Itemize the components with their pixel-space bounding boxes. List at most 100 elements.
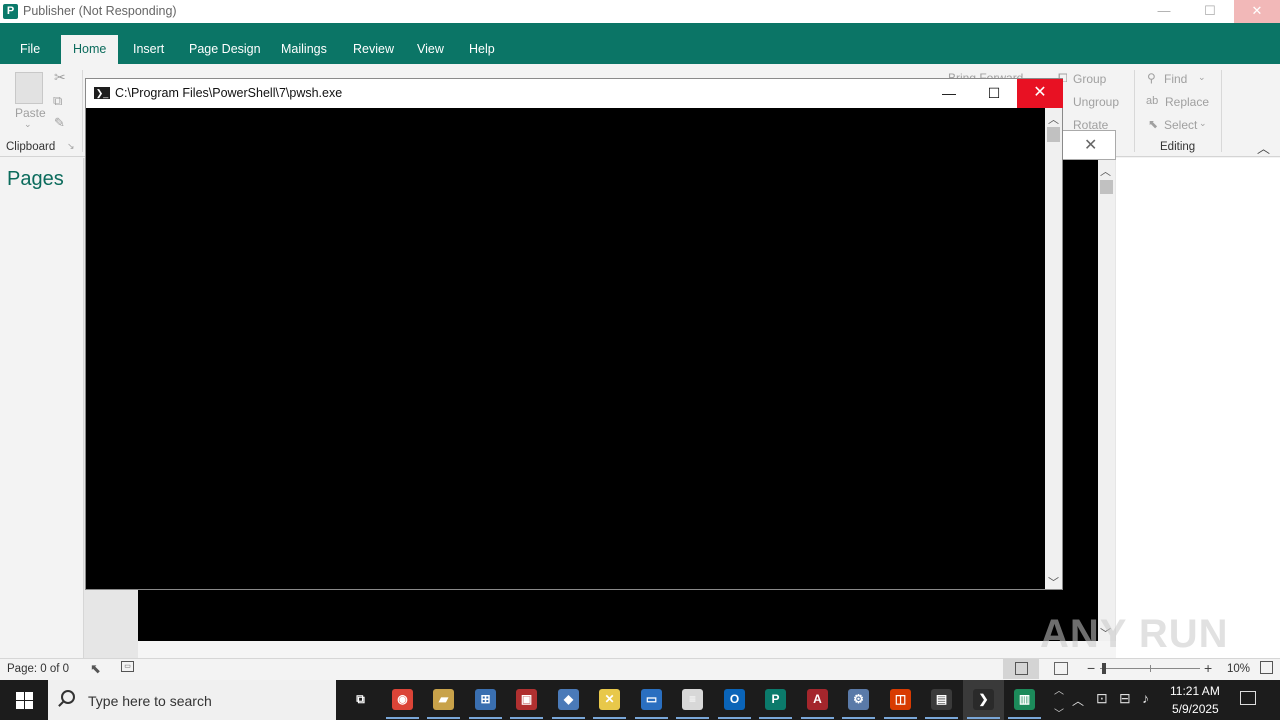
two-page-view-button[interactable]: [1054, 662, 1068, 675]
taskbar-app-powershell[interactable]: ❯: [963, 680, 1004, 720]
find-button[interactable]: Find: [1164, 72, 1187, 86]
media-tool-icon: ▣: [516, 689, 537, 710]
volume-icon[interactable]: ♪: [1142, 690, 1149, 706]
fit-page-icon[interactable]: [1260, 661, 1273, 674]
scroll-up-arrow-icon[interactable]: ︿: [1048, 111, 1059, 127]
scroll-down-arrow-icon[interactable]: ﹀: [1048, 574, 1059, 590]
powershell-console-output[interactable]: [86, 108, 1045, 589]
taskbar-app-document[interactable]: ≡: [672, 680, 713, 720]
taskbar-app-outlook[interactable]: O: [714, 680, 755, 720]
page-count-status[interactable]: Page: 0 of 0: [7, 663, 69, 675]
taskbar-scroll-up-icon[interactable]: ︿: [1054, 682, 1064, 697]
pages-pane-title: Pages: [7, 168, 64, 190]
ribbon-divider: [82, 70, 83, 152]
running-indicator: [801, 717, 834, 719]
paste-chevron-icon[interactable]: ⌄: [24, 119, 32, 130]
taskbar-app-task-view[interactable]: ⧉: [340, 680, 381, 720]
taskbar-app-chrome[interactable]: ◉: [382, 680, 423, 720]
scroll-up-arrow-icon[interactable]: ︿: [1100, 163, 1111, 179]
taskbar-app-publisher[interactable]: P: [755, 680, 796, 720]
tab-mailings[interactable]: Mailings: [269, 35, 339, 64]
exchange-icon: ✕: [599, 689, 620, 710]
clock-date[interactable]: 5/9/2025: [1172, 702, 1219, 716]
replace-icon[interactable]: ab: [1146, 95, 1158, 107]
tab-help[interactable]: Help: [457, 35, 507, 64]
settings-tool-icon: ⚙: [848, 689, 869, 710]
taskbar-app-office[interactable]: ◫: [880, 680, 921, 720]
find-icon[interactable]: ⚲: [1147, 71, 1156, 85]
tab-view[interactable]: View: [405, 35, 456, 64]
taskbar-app-exchange[interactable]: ✕: [589, 680, 630, 720]
select-button[interactable]: Select: [1164, 118, 1197, 132]
watermark: ANY RUN: [1040, 612, 1229, 656]
access-icon: A: [807, 689, 828, 710]
copy-icon[interactable]: ⧉: [53, 93, 62, 109]
zoom-out-button[interactable]: −: [1087, 660, 1095, 676]
powershell-maximize-button[interactable]: ☐: [971, 79, 1017, 108]
start-button[interactable]: [0, 680, 48, 720]
taskbar-app-browser-window[interactable]: ▥: [1004, 680, 1045, 720]
taskbar-app-settings-tool[interactable]: ⚙: [838, 680, 879, 720]
notification-center-icon[interactable]: [1240, 691, 1256, 705]
zoom-level[interactable]: 10%: [1227, 663, 1250, 675]
chrome-icon: ◉: [392, 689, 413, 710]
taskbar-app-file-manager[interactable]: ▰: [423, 680, 464, 720]
tab-insert[interactable]: Insert: [121, 35, 176, 64]
powershell-scroll-thumb[interactable]: [1047, 127, 1060, 142]
ungroup-button[interactable]: Ungroup: [1073, 95, 1119, 109]
publisher-window-title: Publisher (Not Responding): [23, 4, 177, 18]
publisher-app-icon: P: [3, 4, 18, 19]
tray-monitor-icon[interactable]: ⊡: [1096, 690, 1108, 707]
taskbar-app-window-app[interactable]: ▭: [631, 680, 672, 720]
publisher-maximize-button[interactable]: ☐: [1187, 0, 1233, 23]
publisher-minimize-button[interactable]: —: [1141, 0, 1187, 23]
tab-review[interactable]: Review: [341, 35, 406, 64]
tab-page-design[interactable]: Page Design: [177, 35, 273, 64]
cut-icon[interactable]: ✂: [54, 69, 66, 86]
select-icon[interactable]: ⬉: [1148, 117, 1158, 131]
object-size-icon[interactable]: ▭: [121, 661, 134, 672]
format-painter-icon[interactable]: ✎: [54, 115, 65, 131]
background-console-bottom-strip: [138, 641, 1116, 658]
powershell-close-button[interactable]: ✕: [1017, 79, 1063, 108]
taskbar-app-network-tool[interactable]: ⊞: [465, 680, 506, 720]
replace-button[interactable]: Replace: [1165, 95, 1209, 109]
clipboard-launcher-icon[interactable]: ↘: [67, 141, 75, 152]
collapse-ribbon-icon[interactable]: ︿: [1257, 138, 1270, 157]
running-indicator: [593, 717, 626, 719]
tab-home[interactable]: Home: [61, 35, 119, 64]
taskbar-app-media-tool[interactable]: ▣: [506, 680, 547, 720]
clipboard-group-label: Clipboard: [6, 141, 56, 153]
windows-logo-icon: [16, 692, 24, 700]
clock-time[interactable]: 11:21 AM: [1170, 684, 1220, 698]
background-console-scrollbar[interactable]: [1098, 160, 1115, 641]
ribbon-divider: [1134, 70, 1135, 152]
network-tool-icon: ⊞: [475, 689, 496, 710]
publisher-close-button[interactable]: ✕: [1234, 0, 1280, 23]
package-icon: ◆: [558, 689, 579, 710]
powershell-scrollbar[interactable]: [1045, 108, 1062, 589]
taskbar-scroll-down-icon[interactable]: ﹀: [1054, 705, 1064, 720]
running-indicator: [386, 717, 419, 719]
find-chevron-icon[interactable]: ⌄: [1198, 72, 1206, 83]
taskbar-app-package[interactable]: ◆: [548, 680, 589, 720]
zoom-in-button[interactable]: +: [1204, 660, 1212, 676]
paste-icon[interactable]: [15, 72, 43, 104]
cursor-position-icon[interactable]: ⬉: [90, 661, 101, 677]
taskbar-app-access[interactable]: A: [797, 680, 838, 720]
show-hidden-icons-icon[interactable]: ︿: [1072, 692, 1084, 709]
background-console-scroll-thumb[interactable]: [1100, 180, 1113, 194]
search-placeholder[interactable]: Type here to search: [88, 693, 212, 709]
publisher-titlebar: [0, 0, 1280, 23]
running-indicator: [884, 717, 917, 719]
tab-file[interactable]: File: [8, 35, 52, 64]
network-icon[interactable]: ⊟: [1119, 690, 1131, 707]
taskbar-app-terminal-window[interactable]: ▤: [921, 680, 962, 720]
background-console-close-button[interactable]: ✕: [1084, 135, 1097, 155]
paste-label[interactable]: Paste: [15, 106, 46, 120]
zoom-slider-thumb[interactable]: [1102, 663, 1106, 674]
select-chevron-icon[interactable]: ⌄: [1199, 118, 1207, 129]
powershell-minimize-button[interactable]: —: [926, 79, 972, 108]
group-button[interactable]: Group: [1073, 72, 1106, 86]
terminal-window-icon: ▤: [931, 689, 952, 710]
